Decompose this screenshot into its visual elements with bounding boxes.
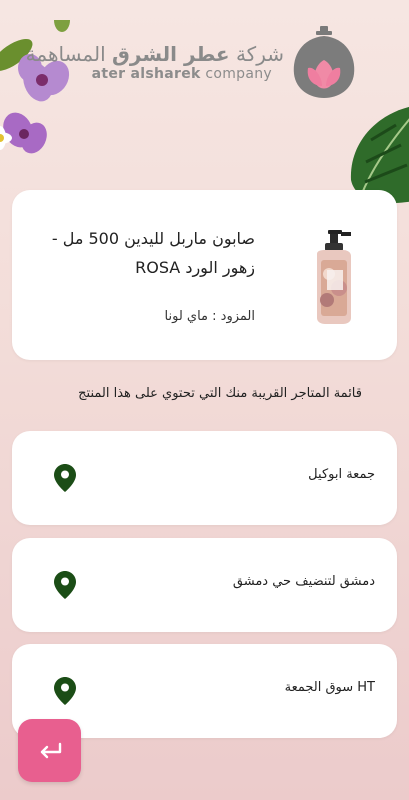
store-name: جمعة ابوكيل [308,467,375,482]
product-title: صابون ماربل لليدين 500 مل - زهور الورد R… [51,229,255,277]
soap-bottle-icon [317,230,351,324]
product-card: صابون ماربل لليدين 500 مل - زهور الورد R… [12,190,397,360]
back-button[interactable] [18,719,81,782]
brand-name-english: ater alsharek company [91,66,272,82]
location-pin-icon[interactable] [54,464,76,492]
product-supplier: المزود : ماي لونا [164,309,255,324]
store-name: دمشق لتنضيف حي دمشق [232,574,375,589]
app-header: شركة عطر الشرق المساهمة ater alsharek co… [0,14,409,98]
store-card[interactable]: دمشق لتنضيف حي دمشق [12,538,397,632]
store-card[interactable]: جمعة ابوكيل [12,431,397,525]
location-pin-icon[interactable] [54,571,76,599]
location-pin-icon[interactable] [54,677,76,705]
store-name: HT سوق الجمعة [284,680,375,695]
return-arrow-icon [40,742,61,758]
perfume-bottle-logo-icon [293,26,355,98]
brand-name-arabic: شركة عطر الشرق المساهمة [25,42,284,66]
nearby-stores-heading: قائمة المتاجر القريبة منك التي تحتوي على… [78,386,362,401]
